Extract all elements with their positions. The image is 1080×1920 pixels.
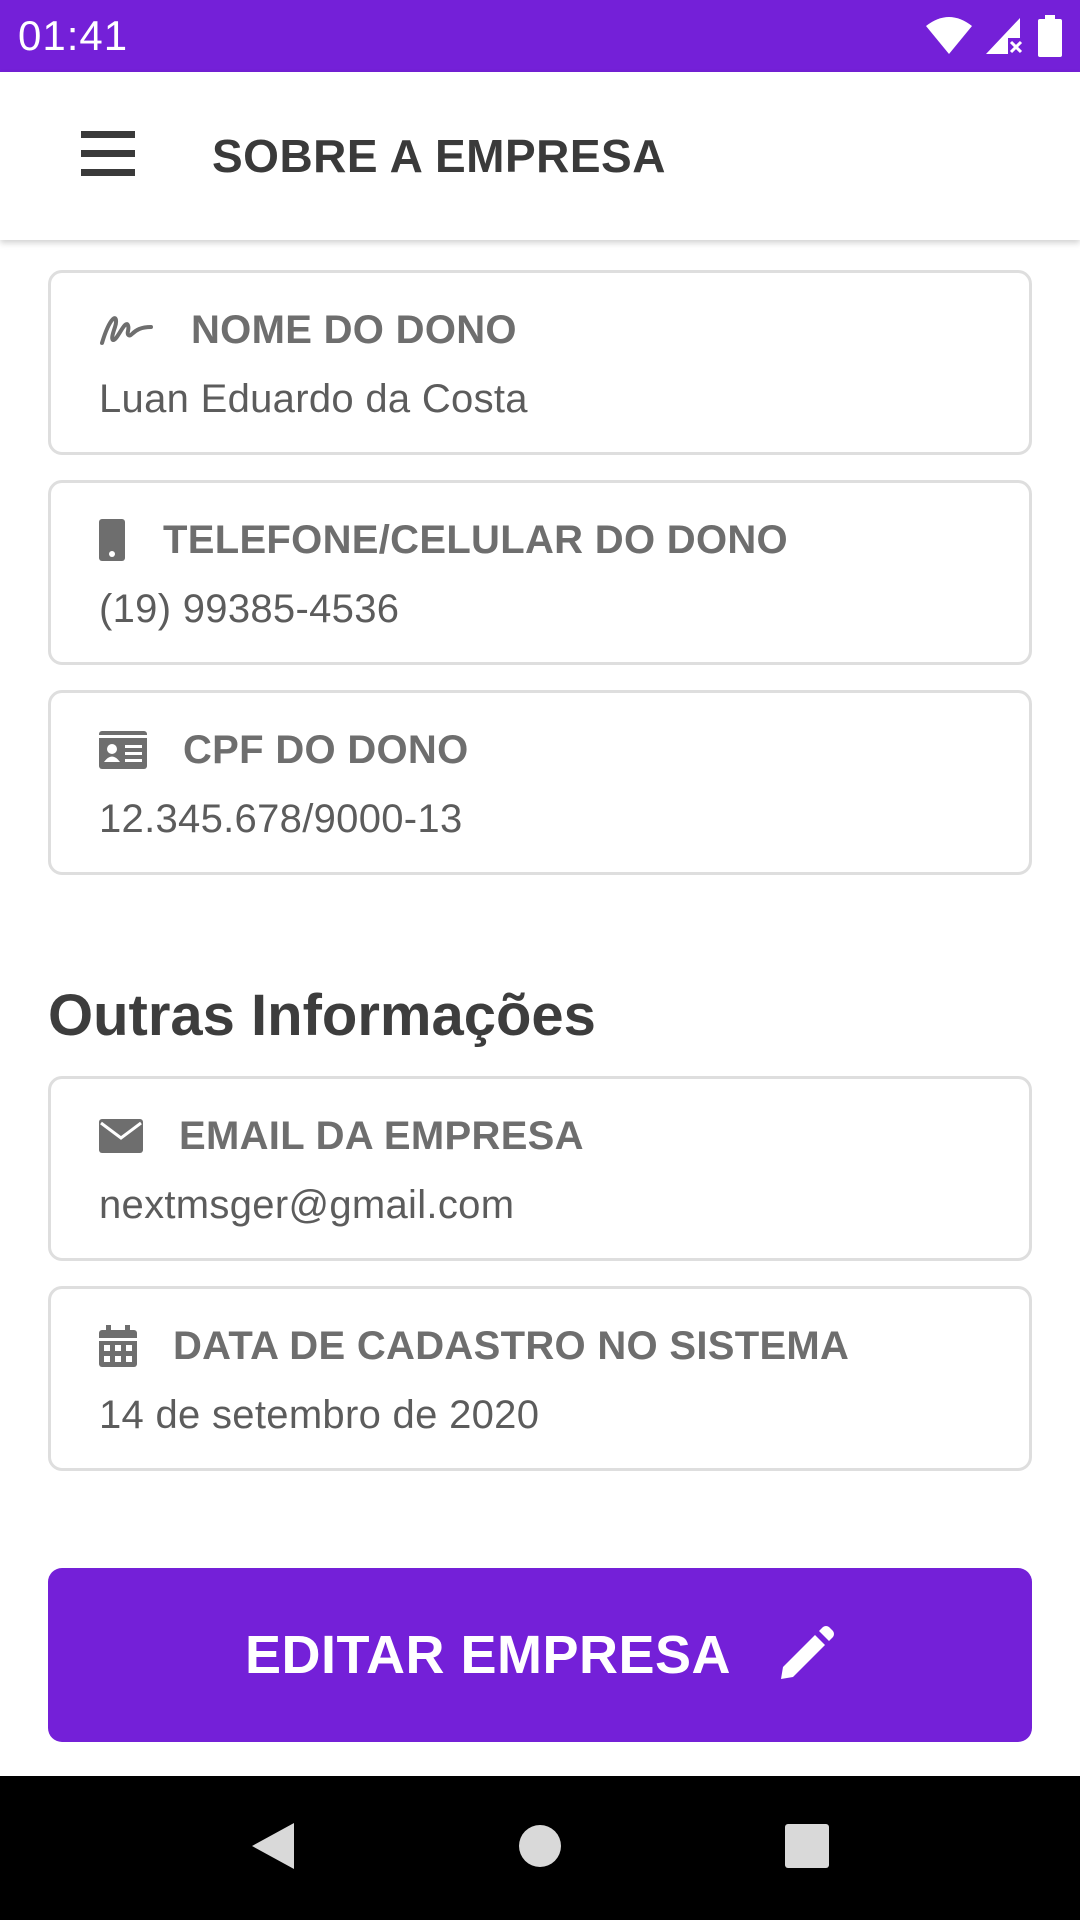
- back-icon: [250, 1821, 296, 1876]
- card-label: DATA DE CADASTRO NO SISTEMA: [173, 1323, 850, 1368]
- card-label: CPF DO DONO: [183, 727, 469, 772]
- status-bar: 01:41: [0, 0, 1080, 72]
- card-label: EMAIL DA EMPRESA: [179, 1113, 584, 1158]
- envelope-icon: [99, 1119, 143, 1153]
- company-email-card: EMAIL DA EMPRESA nextmsger@gmail.com: [48, 1076, 1032, 1261]
- card-value: nextmsger@gmail.com: [99, 1183, 515, 1227]
- cell-signal-icon: [986, 16, 1024, 56]
- home-icon: [518, 1824, 562, 1873]
- card-header: CPF DO DONO: [99, 717, 469, 783]
- screen: 01:41 SOBRE A EMPRESA NOME DO DONO Luan …: [0, 0, 1080, 1920]
- wifi-icon: [926, 16, 972, 56]
- card-value: (19) 99385-4536: [99, 587, 400, 631]
- hamburger-menu-icon: [81, 130, 135, 182]
- card-label: TELEFONE/CELULAR DO DONO: [163, 517, 788, 562]
- card-label: NOME DO DONO: [191, 307, 517, 352]
- recents-icon: [784, 1823, 830, 1874]
- page-title: SOBRE A EMPRESA: [212, 130, 666, 182]
- status-icons: [926, 15, 1062, 57]
- calendar-icon: [99, 1325, 137, 1367]
- card-header: NOME DO DONO: [99, 297, 517, 363]
- owner-cpf-card: CPF DO DONO 12.345.678/9000-13: [48, 690, 1032, 875]
- card-value: 12.345.678/9000-13: [99, 797, 463, 841]
- content-scroll[interactable]: NOME DO DONO Luan Eduardo da Costa TELEF…: [0, 240, 1080, 1776]
- card-header: TELEFONE/CELULAR DO DONO: [99, 507, 788, 573]
- menu-button[interactable]: [52, 100, 164, 212]
- card-value: 14 de setembro de 2020: [99, 1393, 540, 1437]
- owner-name-card: NOME DO DONO Luan Eduardo da Costa: [48, 270, 1032, 455]
- card-value: Luan Eduardo da Costa: [99, 377, 528, 421]
- back-button[interactable]: [223, 1798, 323, 1898]
- edit-button-label: EDITAR EMPRESA: [244, 1625, 732, 1685]
- pencil-icon: [779, 1625, 835, 1686]
- edit-company-button[interactable]: EDITAR EMPRESA: [48, 1568, 1032, 1742]
- navigation-bar: [0, 1776, 1080, 1920]
- home-button[interactable]: [490, 1798, 590, 1898]
- app-bar: SOBRE A EMPRESA: [0, 72, 1080, 240]
- signature-icon: [99, 313, 153, 347]
- section-title: Outras Informações: [48, 983, 596, 1048]
- phone-icon: [99, 519, 125, 561]
- card-header: DATA DE CADASTRO NO SISTEMA: [99, 1313, 849, 1379]
- status-time: 01:41: [18, 12, 129, 59]
- id-card-icon: [99, 731, 147, 769]
- battery-icon: [1038, 15, 1062, 57]
- owner-phone-card: TELEFONE/CELULAR DO DONO (19) 99385-4536: [48, 480, 1032, 665]
- registration-date-card: DATA DE CADASTRO NO SISTEMA 14 de setemb…: [48, 1286, 1032, 1471]
- card-header: EMAIL DA EMPRESA: [99, 1103, 584, 1169]
- recents-button[interactable]: [757, 1798, 857, 1898]
